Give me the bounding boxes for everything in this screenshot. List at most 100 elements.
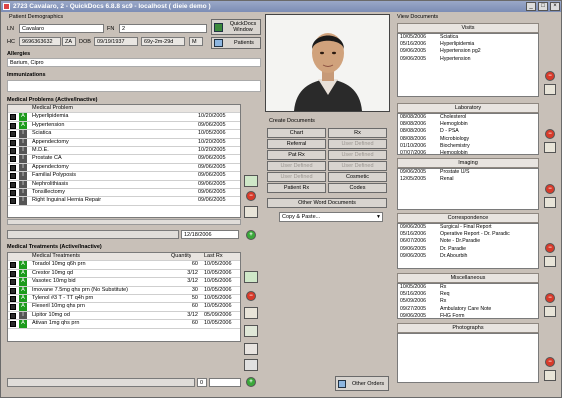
refill-treatment-icon[interactable] — [244, 325, 258, 337]
create-doc-button[interactable]: Codes — [328, 183, 387, 193]
problem-row[interactable]: I Appendectomy 09/06/2005 — [8, 163, 240, 173]
edit-document-icon[interactable] — [544, 256, 556, 267]
delete-document-icon[interactable]: − — [545, 71, 555, 81]
create-doc-button[interactable]: Pat Rx — [267, 150, 326, 160]
treatment-row[interactable]: A Imovane 7.5mg qhs prn (No Substitute) 30… — [8, 286, 240, 295]
treatment-row[interactable]: A Flexeril 10mg qhs prn 60 10/05/2006 — [8, 303, 240, 312]
row-checkbox[interactable] — [10, 279, 16, 286]
delete-document-icon[interactable]: − — [545, 293, 555, 303]
document-row[interactable]: 09/06/2005 Hypertension pg2 — [398, 48, 538, 55]
problem-row[interactable]: I Familial Polyposis 09/06/2005 — [8, 172, 240, 181]
treatment-row[interactable]: A Toradol 10mg q6h prn 60 10/05/2006 — [8, 261, 240, 270]
treatment-row[interactable]: A Vasotec 10mg bid 3/12 10/05/2006 — [8, 278, 240, 287]
delete-document-icon[interactable]: − — [545, 243, 555, 253]
close-button[interactable]: × — [550, 2, 560, 11]
document-row[interactable]: 09/06/2005 Hypertension — [398, 56, 538, 63]
row-checkbox[interactable] — [10, 295, 16, 302]
delete-document-icon[interactable]: − — [545, 357, 555, 367]
document-row[interactable]: 08/08/2006 Cholesterol — [398, 114, 538, 121]
document-list[interactable] — [397, 333, 539, 383]
problem-row[interactable]: A Hypertension 09/06/2005 — [8, 121, 240, 131]
treatment-date-field[interactable] — [209, 378, 241, 387]
minimize-button[interactable]: _ — [526, 2, 536, 11]
problem-row[interactable]: I Prostate CA 09/06/2005 — [8, 155, 240, 164]
document-row[interactable]: 09/27/2005 Ambulatory Care Note — [398, 306, 538, 313]
add-problem-go-button[interactable]: + — [246, 230, 256, 240]
row-checkbox[interactable] — [10, 270, 16, 277]
last-name-field[interactable]: Cavalaro — [19, 24, 104, 33]
sex-field[interactable]: M — [189, 37, 203, 46]
add-treatment-go-button[interactable]: + — [246, 377, 256, 387]
create-doc-button[interactable]: User Defined — [267, 172, 326, 182]
first-name-field[interactable]: 2 — [119, 24, 207, 33]
history-treatment-icon[interactable] — [244, 359, 258, 371]
document-list[interactable]: 10/05/2006 Rx 05/16/2006 Req 05/09/2006 Rx 09/… — [397, 283, 539, 319]
maximize-button[interactable]: □ — [538, 2, 548, 11]
edit-problem-icon[interactable] — [244, 206, 258, 218]
document-row[interactable]: 06/07/2006 Note - Dr.Paradie — [398, 238, 538, 245]
document-row[interactable]: 07/07/2006 Hemoglobin — [398, 150, 538, 154]
document-row[interactable]: 09/06/2005 Dr.Abourbih — [398, 253, 538, 260]
row-checkbox[interactable] — [10, 312, 16, 319]
problem-row[interactable]: I M.D.E. 10/20/2005 — [8, 146, 240, 156]
edit-treatment-icon[interactable] — [244, 307, 258, 319]
problem-row[interactable]: I Appendectomy 10/20/2005 — [8, 138, 240, 147]
health-card-field[interactable]: 9696363632 — [19, 37, 61, 46]
problems-hscrollbar[interactable] — [7, 219, 241, 225]
row-checkbox[interactable] — [10, 147, 16, 154]
dob-field[interactable]: 09/19/1937 — [94, 37, 138, 46]
document-row[interactable]: 08/08/2006 Microbiology — [398, 136, 538, 143]
document-list[interactable]: 09/06/2005 Surgical - Final Report 05/16/2… — [397, 223, 539, 269]
row-checkbox[interactable] — [10, 131, 16, 138]
health-card-code[interactable]: ZA — [62, 37, 76, 46]
row-checkbox[interactable] — [10, 198, 16, 205]
immunizations-field[interactable] — [7, 80, 261, 92]
row-checkbox[interactable] — [10, 114, 16, 121]
problem-date-field[interactable]: 12/18/2006 — [181, 230, 239, 239]
document-list[interactable]: 08/08/2006 Cholesterol 08/08/2006 Hemoglobi… — [397, 113, 539, 155]
problem-row[interactable]: A Hyperlipidemia 10/20/2005 — [8, 113, 240, 122]
row-checkbox[interactable] — [10, 304, 16, 311]
create-doc-button[interactable]: Rx — [328, 128, 387, 138]
document-row[interactable]: 08/08/2006 D - PSA — [398, 128, 538, 135]
document-row[interactable]: 10/05/2006 Sciatica — [398, 34, 538, 41]
edit-document-icon[interactable] — [544, 142, 556, 153]
edit-document-icon[interactable] — [544, 306, 556, 317]
document-row[interactable]: 01/10/2006 Biochemistry — [398, 143, 538, 150]
document-row[interactable]: 05/09/2006 Rx — [398, 298, 538, 305]
row-checkbox[interactable] — [10, 189, 16, 196]
patients-button[interactable]: Patients — [211, 37, 261, 49]
document-row[interactable]: 09/06/2005 Surgical - Final Report — [398, 224, 538, 231]
create-doc-button[interactable]: User Defined — [328, 150, 387, 160]
add-problem-icon[interactable] — [244, 175, 258, 187]
document-row[interactable]: 05/16/2006 Req — [398, 291, 538, 298]
treatment-qty-field[interactable]: 0 — [197, 378, 207, 387]
create-doc-button[interactable]: Referral — [267, 139, 326, 149]
document-row[interactable]: 09/06/2005 FHG Form — [398, 313, 538, 318]
delete-document-icon[interactable]: − — [545, 184, 555, 194]
other-word-documents-button[interactable]: Other Word Documents — [267, 198, 387, 208]
create-doc-button[interactable]: Patient Rx — [267, 183, 326, 193]
document-row[interactable]: 12/05/2005 Renal — [398, 176, 538, 183]
row-checkbox[interactable] — [10, 321, 16, 328]
problem-entry-field[interactable] — [7, 230, 179, 239]
treatment-row[interactable]: I Lipitor 10mg od 3/12 05/09/2006 — [8, 311, 240, 321]
create-doc-button[interactable]: Cosmetic — [328, 172, 387, 182]
create-doc-button[interactable]: Chart — [267, 128, 326, 138]
row-checkbox[interactable] — [10, 139, 16, 146]
treatment-entry-field[interactable] — [7, 378, 195, 387]
document-row[interactable]: 08/08/2006 Hemoglobin — [398, 121, 538, 128]
document-row[interactable]: 05/16/2006 Operative Report - Dr. Paradic — [398, 231, 538, 238]
delete-document-icon[interactable]: − — [545, 129, 555, 139]
row-checkbox[interactable] — [10, 122, 16, 129]
quickdocs-window-button[interactable]: QuickDocs Window — [211, 19, 261, 35]
allergies-field[interactable]: Barium, Cipro — [7, 58, 261, 67]
problem-row[interactable]: I Tonsillectomy 09/06/2005 — [8, 188, 240, 198]
row-checkbox[interactable] — [10, 164, 16, 171]
document-list[interactable]: 10/05/2006 Sciatica 05/16/2006 Hyperlipidem… — [397, 33, 539, 97]
other-orders-button[interactable]: Other Orders — [335, 376, 389, 391]
problem-row[interactable]: I Sciatica 10/05/2006 — [8, 130, 240, 139]
treatment-row[interactable]: A Crestor 10mg qd 3/12 10/05/2006 — [8, 269, 240, 279]
row-checkbox[interactable] — [10, 173, 16, 180]
create-doc-button[interactable]: User Defined — [267, 161, 326, 171]
